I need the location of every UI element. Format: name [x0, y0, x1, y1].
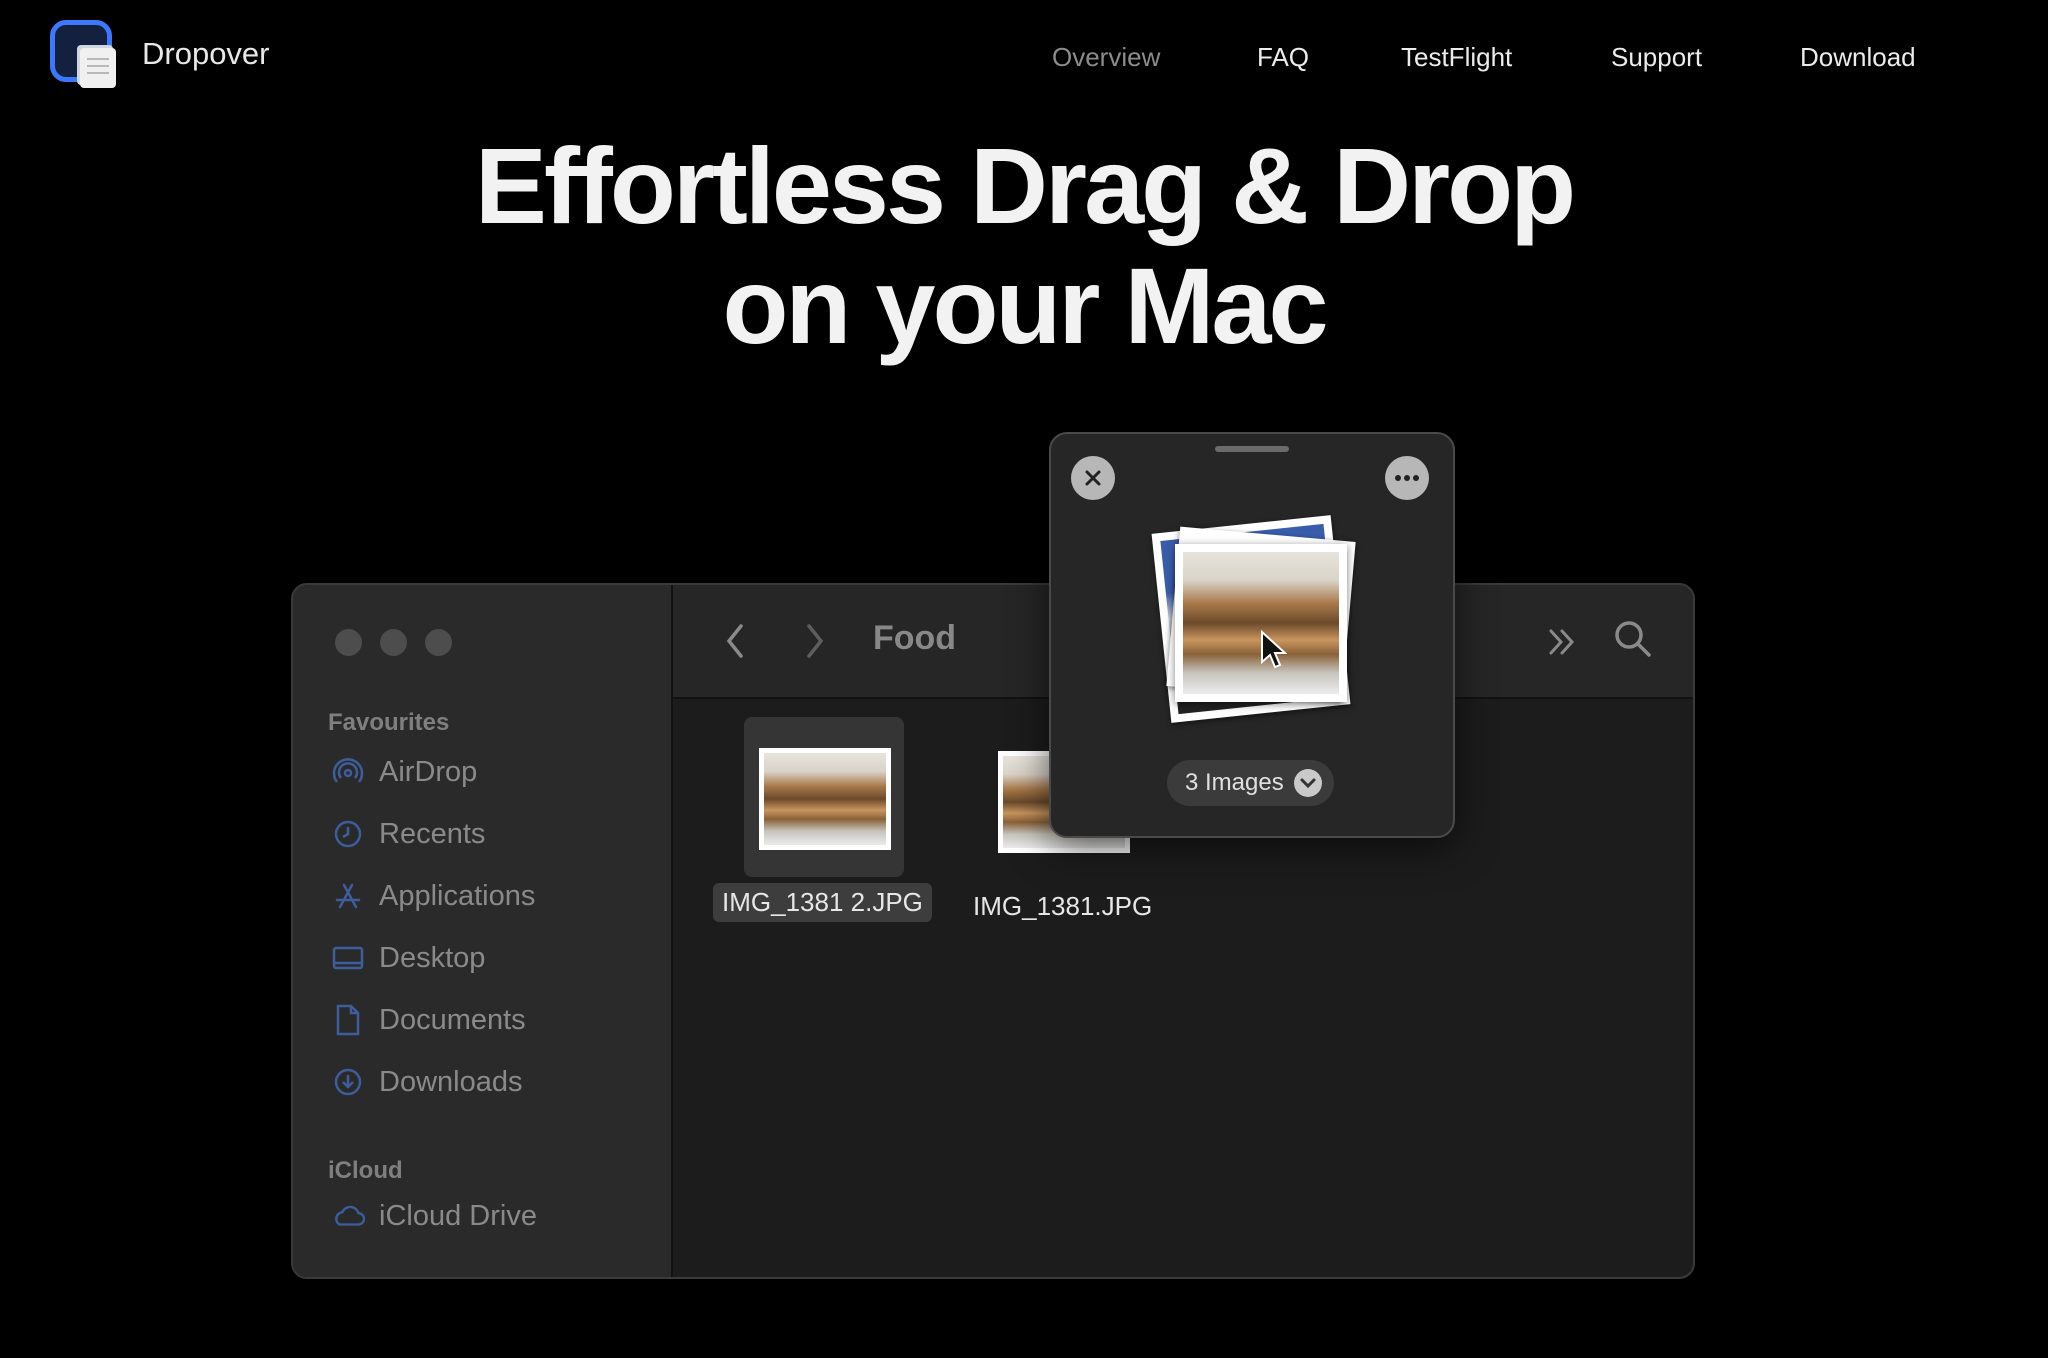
forward-icon[interactable]: [803, 621, 827, 666]
close-icon[interactable]: [1071, 456, 1115, 500]
chevron-down-icon: [1293, 769, 1322, 797]
document-icon: [331, 1003, 365, 1037]
mouse-cursor-icon: [1259, 629, 1288, 675]
finder-sidebar: Favourites AirDrop Recents Applications …: [293, 585, 673, 1277]
stack-card-front: [1175, 544, 1347, 702]
cloud-icon: [331, 1199, 365, 1233]
sidebar-item-label: iCloud Drive: [379, 1199, 537, 1232]
sidebar-item-downloads[interactable]: Downloads: [331, 1065, 522, 1099]
nav-overview[interactable]: Overview: [1052, 42, 1160, 73]
sidebar-item-label: Recents: [379, 817, 486, 850]
file-name-2[interactable]: IMG_1381.JPG: [973, 891, 1152, 922]
dropover-shelf[interactable]: 3 Images: [1049, 432, 1455, 838]
window-traffic-lights: [335, 629, 452, 656]
shelf-drag-handle[interactable]: [1215, 446, 1289, 452]
download-icon: [331, 1065, 365, 1099]
minimize-window-button[interactable]: [380, 629, 407, 656]
search-icon[interactable]: [1613, 619, 1653, 664]
image-stack[interactable]: [1131, 504, 1371, 723]
chevron-double-right-icon[interactable]: [1545, 625, 1579, 664]
sidebar-item-label: Applications: [379, 879, 536, 912]
sidebar-section-icloud: iCloud: [328, 1157, 403, 1184]
sidebar-item-documents[interactable]: Documents: [331, 1003, 526, 1037]
close-window-button[interactable]: [335, 629, 362, 656]
sidebar-item-label: Desktop: [379, 941, 486, 974]
sidebar-item-label: Downloads: [379, 1065, 523, 1098]
hero-line-1: Effortless Drag & Drop: [474, 125, 1576, 246]
nav-faq[interactable]: FAQ: [1257, 42, 1309, 73]
desktop-icon: [331, 941, 365, 975]
sidebar-item-applications[interactable]: Applications: [331, 879, 535, 913]
nav-testflight[interactable]: TestFlight: [1401, 42, 1512, 73]
sidebar-item-label: AirDrop: [379, 755, 478, 788]
nav-support[interactable]: Support: [1611, 42, 1702, 73]
more-options-icon[interactable]: [1385, 456, 1429, 500]
zoom-window-button[interactable]: [425, 629, 452, 656]
top-nav: Overview FAQ TestFlight Support Download: [0, 42, 2048, 82]
file-thumbnail-1[interactable]: [759, 748, 891, 850]
sidebar-item-recents[interactable]: Recents: [331, 817, 485, 851]
back-icon[interactable]: [723, 621, 747, 666]
hero-line-2: on your Mac: [722, 245, 1328, 366]
sidebar-section-favourites: Favourites: [328, 709, 450, 736]
images-count-label: 3 Images: [1185, 769, 1284, 796]
applications-icon: [331, 879, 365, 913]
airdrop-icon: [331, 755, 365, 789]
folder-title: Food: [873, 619, 957, 657]
sidebar-item-airdrop[interactable]: AirDrop: [331, 755, 477, 789]
images-count-dropdown[interactable]: 3 Images: [1167, 760, 1334, 806]
finder-window: Favourites AirDrop Recents Applications …: [291, 583, 1695, 1279]
file-name-1[interactable]: IMG_1381 2.JPG: [713, 883, 932, 922]
hero-heading: Effortless Drag & Drop on your Mac: [0, 126, 2048, 366]
sidebar-item-desktop[interactable]: Desktop: [331, 941, 485, 975]
sidebar-item-label: Documents: [379, 1003, 526, 1036]
sidebar-item-icloud-drive[interactable]: iCloud Drive: [331, 1199, 537, 1233]
nav-download[interactable]: Download: [1800, 42, 1916, 73]
clock-icon: [331, 817, 365, 851]
